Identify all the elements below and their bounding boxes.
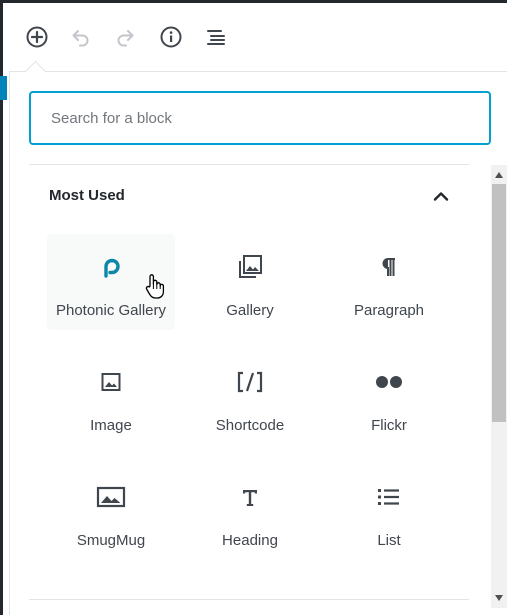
- block-shortcode[interactable]: Shortcode: [186, 349, 314, 445]
- section-toggle-button[interactable]: [428, 184, 454, 208]
- heading-icon: [243, 490, 257, 506]
- hand-cursor-icon: [145, 274, 165, 299]
- shortcode-icon: [237, 371, 263, 393]
- scroll-up-button[interactable]: [491, 167, 507, 183]
- info-icon: [160, 26, 182, 48]
- block-label: Shortcode: [215, 417, 285, 434]
- chevron-up-icon: [433, 192, 449, 201]
- block-label: List: [377, 532, 401, 549]
- triangle-down-icon: [495, 595, 503, 601]
- paragraph-icon: [382, 258, 395, 276]
- block-search: [29, 91, 491, 145]
- gallery-icon: [239, 255, 262, 278]
- block-navigation-button[interactable]: [202, 23, 230, 51]
- block-paragraph[interactable]: Paragraph: [325, 234, 453, 330]
- block-smugmug[interactable]: SmugMug: [47, 464, 175, 560]
- redo-icon: [117, 30, 134, 47]
- search-input[interactable]: [29, 91, 491, 145]
- flickr-icon: [376, 376, 402, 388]
- scrollbar-thumb[interactable]: [492, 184, 506, 422]
- redo-button[interactable]: [111, 23, 139, 51]
- block-image[interactable]: Image: [47, 349, 175, 445]
- search-divider: [29, 164, 469, 165]
- section-title: Most Used: [49, 187, 125, 204]
- undo-icon: [72, 30, 89, 47]
- photonic-p-icon: [104, 258, 120, 278]
- editor-toolbar: [3, 3, 507, 71]
- block-label: Image: [90, 417, 132, 434]
- admin-sidebar-active-marker: [0, 76, 7, 100]
- block-label: Photonic Gallery: [55, 302, 167, 319]
- block-flickr[interactable]: Flickr: [325, 349, 453, 445]
- plus-circle-icon: [26, 26, 48, 48]
- block-gallery[interactable]: Gallery: [186, 234, 314, 330]
- scroll-down-button[interactable]: [491, 590, 507, 606]
- list-icon: [378, 489, 399, 505]
- panel-scrollbar[interactable]: [491, 165, 507, 608]
- triangle-up-icon: [495, 172, 503, 178]
- content-info-button[interactable]: [157, 23, 185, 51]
- image-icon: [101, 373, 121, 391]
- undo-button[interactable]: [67, 23, 95, 51]
- block-label: Heading: [222, 532, 278, 549]
- add-block-button[interactable]: [23, 23, 51, 51]
- outline-list-icon: [207, 30, 225, 45]
- block-list[interactable]: List: [325, 464, 453, 560]
- block-label: SmugMug: [76, 532, 146, 549]
- block-label: Paragraph: [353, 302, 425, 319]
- block-heading[interactable]: Heading: [186, 464, 314, 560]
- block-label: Gallery: [226, 302, 274, 319]
- block-label: Flickr: [371, 417, 407, 434]
- smugmug-icon: [96, 486, 126, 508]
- bottom-divider: [29, 599, 469, 600]
